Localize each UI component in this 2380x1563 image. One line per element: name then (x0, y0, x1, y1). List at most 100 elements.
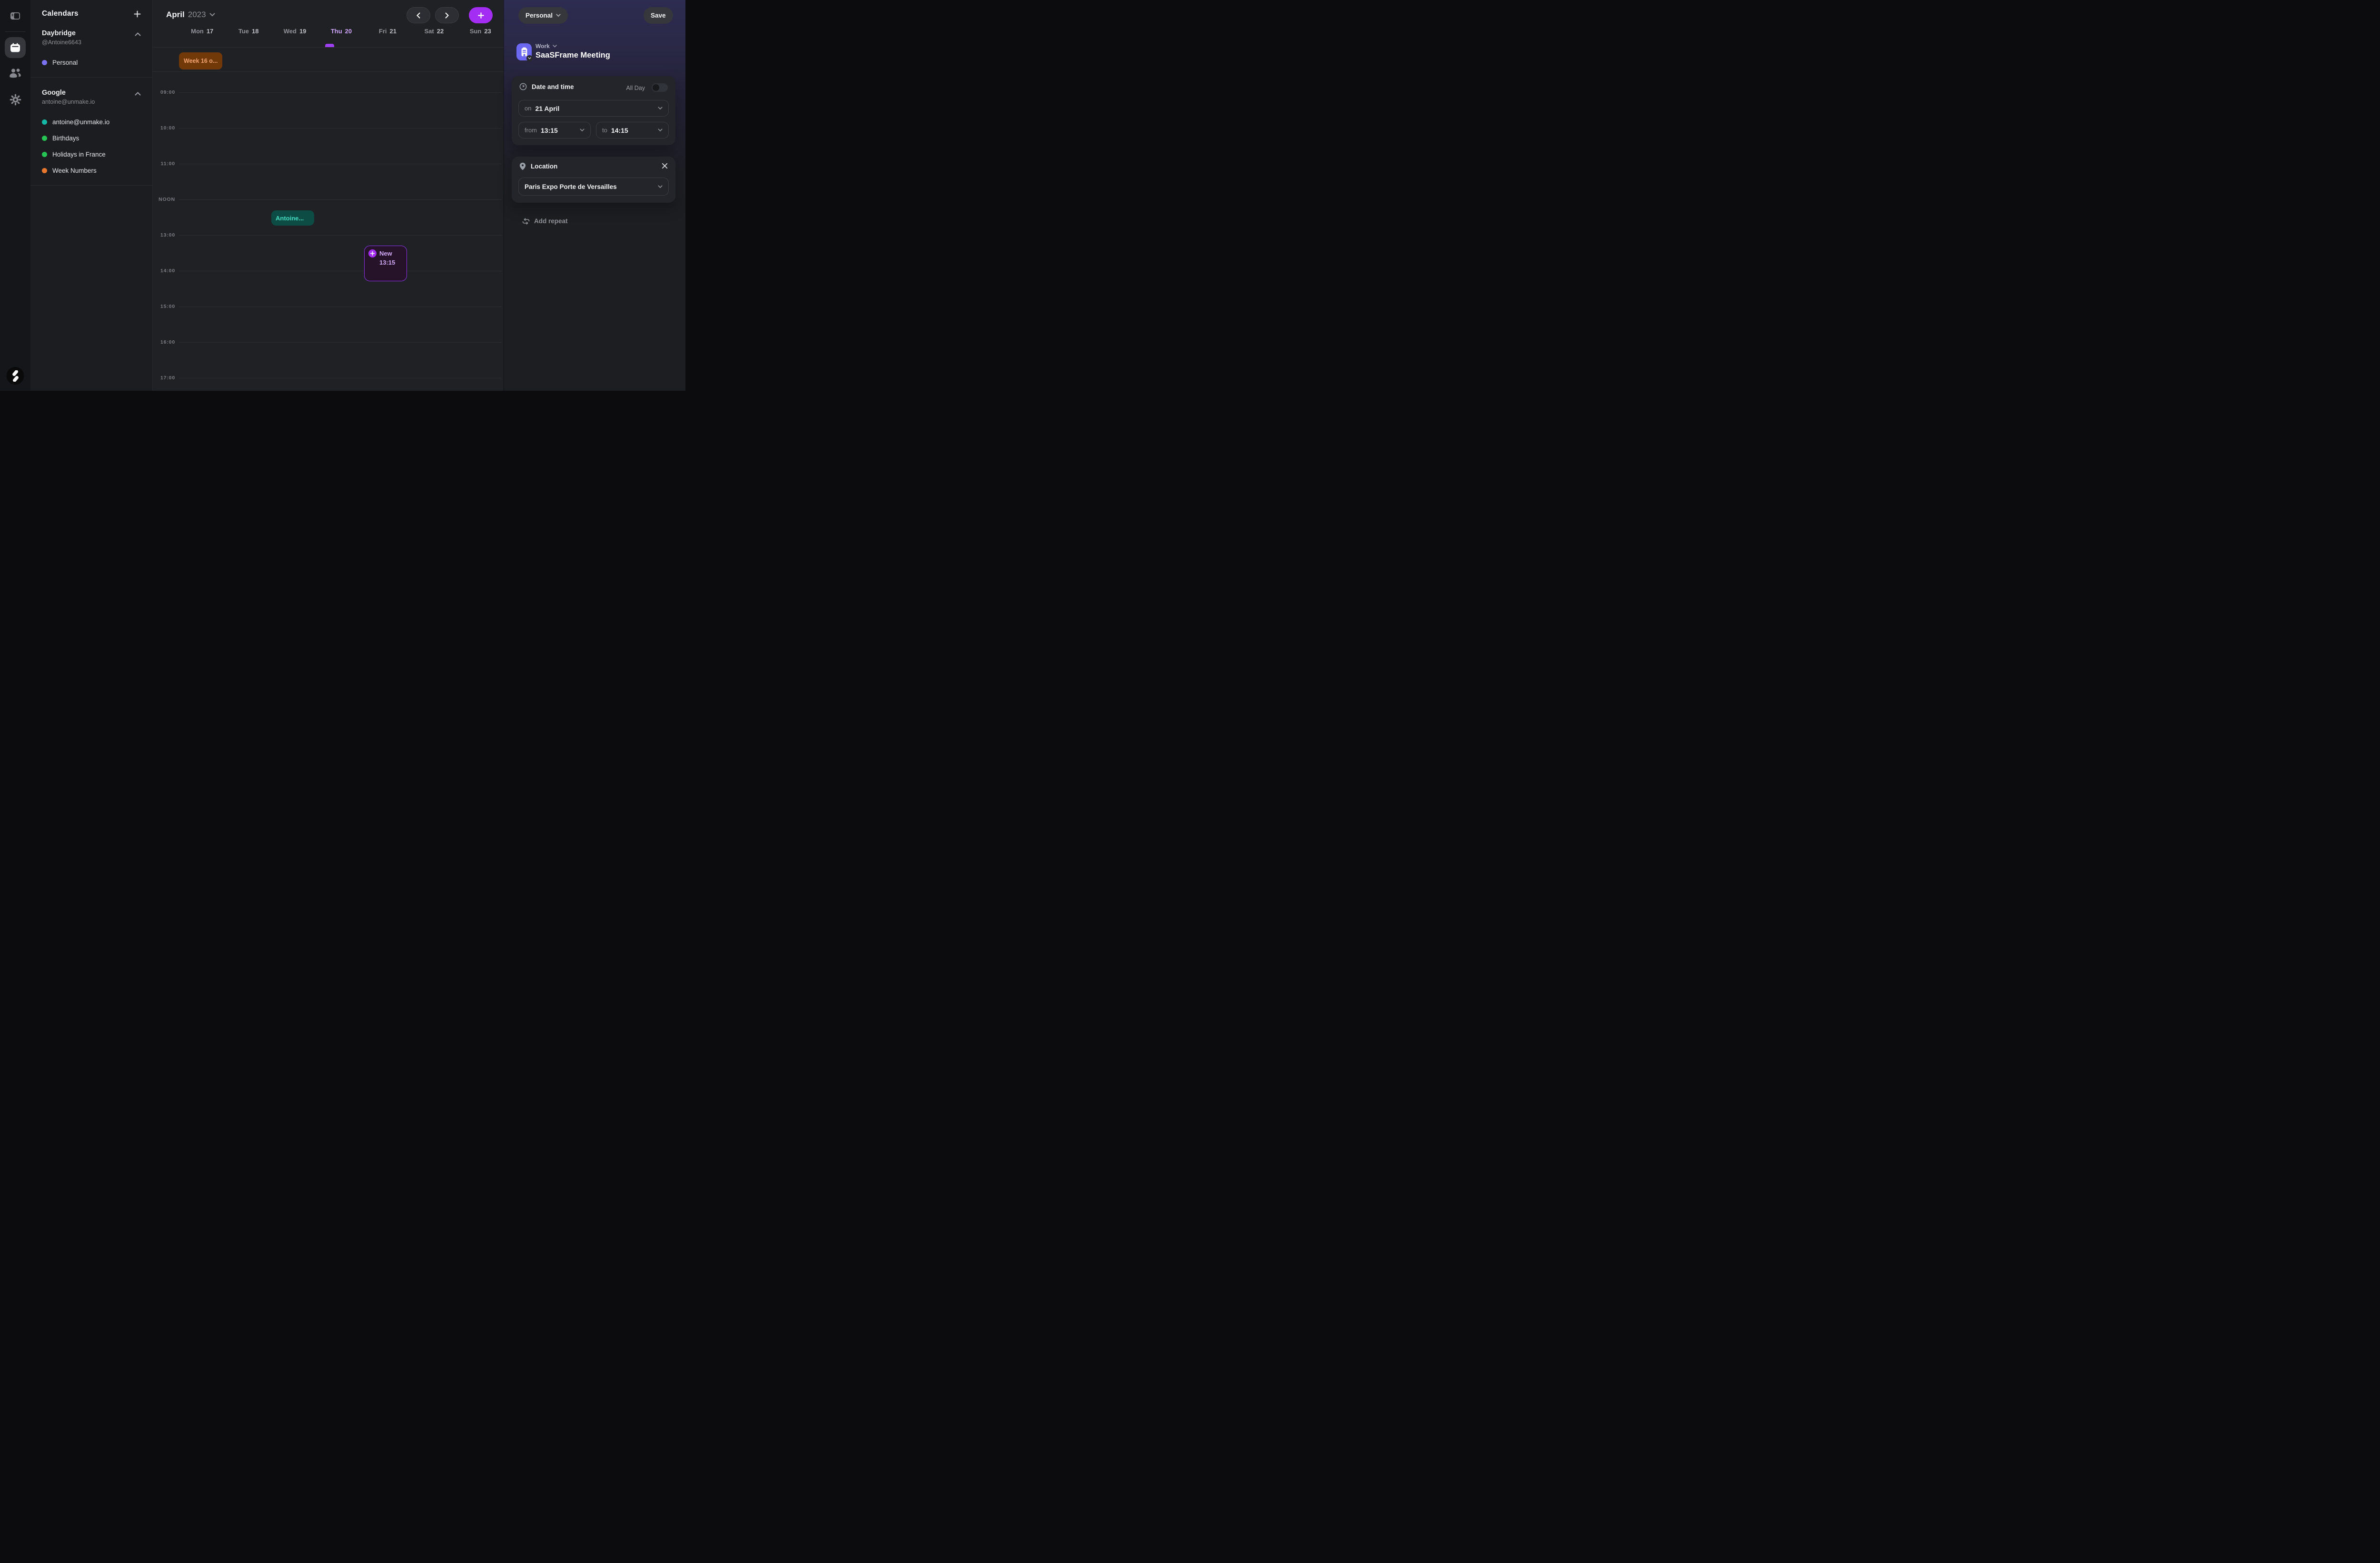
day-number: 18 (252, 28, 258, 35)
account-handle: @Antoine6643 (42, 39, 81, 46)
rail-settings-button[interactable] (7, 93, 23, 106)
day-header-wed-19[interactable]: Wed19 (284, 28, 307, 36)
hour-gridline (179, 128, 502, 129)
avatar-badge[interactable] (526, 55, 533, 61)
time-label: 15:00 (153, 304, 175, 309)
from-time-field[interactable]: from 13:15 (518, 122, 591, 138)
calendar-list-item[interactable]: Holidays in France (42, 146, 141, 162)
calendar-color-dot (42, 168, 47, 173)
day-number: 20 (345, 28, 352, 35)
event-editor-panel: Personal Save Work SaaSFrame Meeting (504, 0, 685, 391)
day-header-fri-21[interactable]: Fri21 (379, 28, 397, 36)
next-week-button[interactable] (435, 7, 459, 23)
calendar-item-label: Personal (52, 59, 78, 66)
new-event-button[interactable] (469, 7, 493, 23)
calendar-item-label: antoine@unmake.io (52, 119, 109, 126)
chevron-left-icon (416, 12, 420, 19)
calendar-list-item[interactable]: Personal (42, 54, 141, 70)
chevron-down-icon (658, 185, 663, 188)
datetime-heading: Date and time (532, 83, 574, 90)
day-name: Mon (191, 28, 204, 35)
time-label: 16:00 (153, 339, 175, 345)
day-name: Tue (238, 28, 249, 35)
sidebar-title: Calendars (42, 10, 79, 18)
time-label: 11:00 (153, 161, 175, 167)
day-header-thu-20[interactable]: Thu20 (331, 28, 352, 36)
calendars-sidebar: Calendars Daybridge@Antoine6643PersonalG… (30, 0, 153, 391)
prev-week-button[interactable] (407, 7, 430, 23)
day-name: Fri (379, 28, 387, 35)
day-header-tue-18[interactable]: Tue18 (238, 28, 259, 36)
day-number: 22 (437, 28, 444, 35)
time-label: 14:00 (153, 268, 175, 274)
calendar-color-dot (42, 152, 47, 157)
account-handle: antoine@unmake.io (42, 99, 95, 105)
date-field-prefix: on (525, 105, 531, 112)
sidebar-section-daybridge: Daybridge @Antoine6643 Personal (30, 18, 152, 78)
avatar-badge-chevron-icon (528, 57, 531, 59)
day-header-sun-23[interactable]: Sun23 (470, 28, 491, 36)
day-number: 21 (390, 28, 397, 35)
plus-icon (478, 12, 484, 19)
logo-icon (10, 370, 20, 382)
rail-people-button[interactable] (7, 67, 23, 79)
month-picker[interactable]: April 2023 (166, 10, 215, 20)
date-field-value: 21 April (535, 105, 559, 112)
day-header-sat-22[interactable]: Sat22 (424, 28, 444, 36)
calendar-item-label: Holidays in France (52, 151, 106, 158)
calendar-color-dot (42, 60, 47, 65)
date-field[interactable]: on 21 April (518, 100, 669, 117)
from-field-prefix: from (525, 127, 537, 134)
calendar-color-dot (42, 136, 47, 141)
category-select[interactable]: Work (536, 43, 557, 49)
event-antoine-label: Antoine... (276, 215, 304, 222)
chevron-down-icon (580, 129, 585, 132)
location-field[interactable]: Paris Expo Porte de Versailles (518, 178, 669, 196)
clock-icon (519, 83, 527, 90)
allday-event-label: Week 16 o... (184, 58, 218, 64)
sidebar-toggle-button[interactable] (8, 10, 22, 21)
time-label: 17:00 (153, 375, 175, 381)
repeat-icon (522, 218, 530, 225)
account-name: Daybridge (42, 30, 81, 37)
calendar-list-item[interactable]: Week Numbers (42, 162, 141, 178)
rail-calendar-button[interactable] (5, 37, 26, 58)
hour-gridline (179, 342, 502, 343)
to-field-prefix: to (602, 127, 607, 134)
from-field-value: 13:15 (541, 127, 558, 134)
collapse-section-button[interactable] (135, 30, 141, 36)
day-name: Sun (470, 28, 482, 35)
chevron-down-icon (658, 107, 663, 110)
daybridge-app: Calendars Daybridge@Antoine6643PersonalG… (0, 0, 685, 391)
location-pin-icon (519, 162, 526, 170)
save-button[interactable]: Save (644, 7, 673, 24)
event-title[interactable]: SaaSFrame Meeting (536, 51, 610, 60)
today-indicator (325, 44, 334, 47)
collapse-section-button[interactable] (135, 89, 141, 96)
icon-rail (0, 0, 30, 391)
calendar-select-button[interactable]: Personal (518, 7, 568, 24)
day-header-mon-17[interactable]: Mon17 (191, 28, 213, 36)
add-repeat-button[interactable]: Add repeat (522, 218, 568, 225)
hour-gridline (179, 199, 502, 200)
close-icon (662, 163, 668, 169)
calendar-icon (10, 43, 20, 52)
chevron-down-icon (553, 45, 557, 48)
chevron-down-icon (209, 13, 215, 17)
day-name: Sat (424, 28, 434, 35)
remove-location-button[interactable] (662, 163, 668, 169)
calendar-list-item[interactable]: antoine@unmake.io (42, 114, 141, 130)
calendar-color-dot (42, 119, 47, 125)
hour-gridline (179, 92, 502, 93)
app-logo[interactable] (7, 367, 24, 385)
to-time-field[interactable]: to 14:15 (596, 122, 669, 138)
allday-event-week16[interactable]: Week 16 o... (179, 52, 222, 69)
event-new[interactable]: New 13:15 (364, 246, 407, 281)
event-antoine[interactable]: Antoine... (271, 210, 314, 226)
add-calendar-button[interactable] (134, 10, 141, 18)
people-icon (9, 68, 21, 78)
allday-toggle[interactable] (652, 83, 668, 92)
time-label: 10:00 (153, 125, 175, 131)
calendar-list-item[interactable]: Birthdays (42, 130, 141, 146)
building-icon (521, 47, 528, 57)
